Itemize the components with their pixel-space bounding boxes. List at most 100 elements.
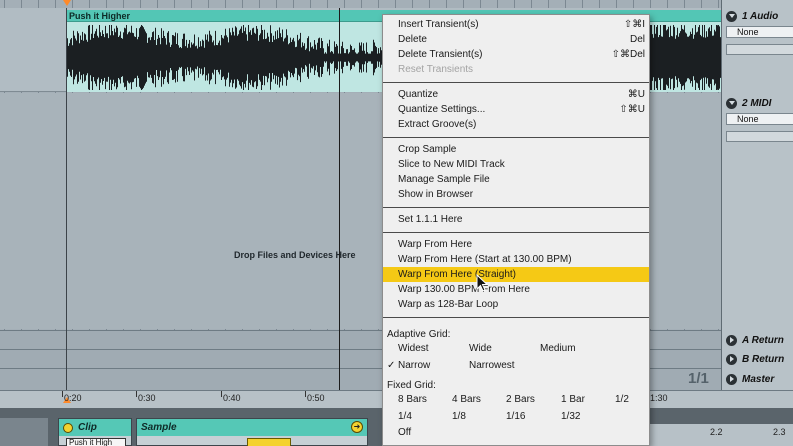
triangle-down-icon[interactable] — [726, 97, 737, 109]
menu-item-label: Insert Transient(s) — [398, 19, 479, 30]
menu-item-label: Manage Sample File — [398, 174, 490, 185]
grid-option-medium[interactable]: Medium — [540, 342, 576, 356]
grid-option-widest[interactable]: Widest — [398, 342, 429, 356]
track-name[interactable]: A Return — [742, 335, 784, 346]
grid-option-narrow[interactable]: Narrow — [398, 359, 430, 373]
grid-option-1-2[interactable]: 1/2 — [615, 393, 629, 407]
grid-option-2-bars[interactable]: 2 Bars — [506, 393, 535, 407]
sub-chooser[interactable] — [726, 44, 793, 55]
sample-ruler[interactable]: 2.2 2.3 — [648, 424, 793, 446]
menu-item-delete[interactable]: Delete Del — [383, 32, 649, 47]
track-name[interactable]: 2 MIDI — [742, 98, 771, 109]
clip-box-header: Clip — [59, 419, 131, 436]
clip-box-title: Clip — [78, 422, 97, 433]
menu-item-warp-from-here[interactable]: Warp From Here — [383, 237, 649, 252]
menu-separator — [383, 207, 649, 208]
menu-item-warp-start-bpm[interactable]: Warp From Here (Start at 130.00 BPM) — [383, 252, 649, 267]
triangle-right-icon[interactable] — [726, 334, 737, 346]
adaptive-grid-label: Adaptive Grid: — [387, 329, 451, 340]
input-chooser[interactable]: None — [726, 113, 793, 125]
ruler-label: 0:40 — [223, 393, 241, 403]
menu-item-insert-transients[interactable]: Insert Transient(s) ⇧⌘I — [383, 17, 649, 32]
sub-chooser[interactable] — [726, 131, 793, 142]
menu-item-label: Warp From Here (Start at 130.00 BPM) — [398, 254, 572, 265]
clip-box[interactable]: Clip Push it High — [58, 418, 132, 446]
menu-item-warp-straight[interactable]: Warp From Here (Straight) — [383, 267, 649, 282]
menu-item-label: Reset Transients — [398, 64, 474, 75]
sample-box-header: Sample ➜ — [137, 419, 367, 436]
track-title: B Return — [726, 351, 784, 367]
sample-box-title: Sample — [141, 422, 177, 433]
arrow-right-icon[interactable]: ➜ — [351, 421, 363, 433]
menu-item-manage-sample[interactable]: Manage Sample File — [383, 172, 649, 187]
ruler-label: 1:30 — [650, 393, 668, 403]
clip-start-line — [66, 8, 67, 390]
track-name[interactable]: Master — [742, 374, 774, 385]
grid-option-1-4[interactable]: 1/4 — [398, 410, 412, 424]
loop-start-marker[interactable] — [63, 0, 71, 6]
menu-item-label: Warp as 128-Bar Loop — [398, 299, 499, 310]
ruler-tick — [221, 391, 222, 397]
menu-item-set-111[interactable]: Set 1.1.1 Here — [383, 212, 649, 227]
grid-option-4-bars[interactable]: 4 Bars — [452, 393, 481, 407]
grid-option-8-bars[interactable]: 8 Bars — [398, 393, 427, 407]
track-title: 1 Audio — [726, 8, 778, 24]
sample-box[interactable]: Sample ➜ — [136, 418, 368, 446]
clip-name: Push it Higher — [69, 11, 131, 21]
drop-hint: Drop Files and Devices Here — [234, 250, 356, 260]
menu-item-reset-transients: Reset Transients — [383, 62, 649, 77]
menu-item-crop-sample[interactable]: Crop Sample — [383, 142, 649, 157]
ruler-label: 0:50 — [307, 393, 325, 403]
menu-item-label: Quantize Settings... — [398, 104, 486, 115]
context-menu[interactable]: Insert Transient(s) ⇧⌘I Delete Del Delet… — [382, 14, 650, 446]
ruler-label: 0:30 — [138, 393, 156, 403]
menu-item-warp-loop[interactable]: Warp as 128-Bar Loop — [383, 297, 649, 312]
menu-item-delete-transients[interactable]: Delete Transient(s) ⇧⌘Del — [383, 47, 649, 62]
grid-option-off[interactable]: Off — [398, 426, 411, 440]
ruler-tick — [136, 391, 137, 397]
menu-item-slice-to-midi[interactable]: Slice to New MIDI Track — [383, 157, 649, 172]
clip-name-field[interactable]: Push it High — [66, 438, 126, 446]
triangle-down-icon[interactable] — [726, 10, 737, 22]
menu-item-quantize-settings[interactable]: Quantize Settings... ⇧⌘U — [383, 102, 649, 117]
track-name[interactable]: 1 Audio — [742, 11, 778, 22]
playhead[interactable] — [339, 8, 340, 390]
triangle-right-icon[interactable] — [726, 353, 737, 365]
menu-item-shortcut: ⇧⌘U — [619, 104, 645, 115]
menu-item-shortcut: Del — [629, 34, 645, 45]
menu-item-label: Set 1.1.1 Here — [398, 214, 463, 225]
menu-item-label: Warp 130.00 BPM From Here — [398, 284, 530, 295]
track-headers: 1 Audio None 2 MIDI None A Return B Retu… — [721, 0, 793, 390]
grid-option-wide[interactable]: Wide — [469, 342, 492, 356]
grid-option-1-16[interactable]: 1/16 — [506, 410, 525, 424]
menu-item-extract-grooves[interactable]: Extract Groove(s) — [383, 117, 649, 132]
track-title: 2 MIDI — [726, 95, 771, 111]
clip-activator-icon[interactable] — [63, 422, 73, 433]
menu-item-label: Show in Browser — [398, 189, 474, 200]
menu-item-show-in-browser[interactable]: Show in Browser — [383, 187, 649, 202]
sample-ruler-label: 2.2 — [710, 427, 723, 437]
input-chooser[interactable]: None — [726, 26, 793, 38]
menu-item-shortcut: ⇧⌘Del — [611, 49, 645, 60]
warp-button[interactable] — [247, 438, 291, 446]
menu-item-label: Delete Transient(s) — [398, 49, 483, 60]
menu-separator — [383, 137, 649, 138]
menu-separator — [383, 82, 649, 83]
menu-item-label: Warp From Here — [398, 239, 473, 250]
grid-option-1-8[interactable]: 1/8 — [452, 410, 466, 424]
track-name[interactable]: B Return — [742, 354, 784, 365]
detail-side-strip — [0, 418, 48, 446]
mouse-pointer-icon — [476, 274, 488, 292]
menu-item-warp-bpm-from-here[interactable]: Warp 130.00 BPM From Here — [383, 282, 649, 297]
grid-option-narrowest[interactable]: Narrowest — [469, 359, 515, 373]
menu-item-quantize[interactable]: Quantize ⌘U — [383, 87, 649, 102]
triangle-right-icon[interactable] — [726, 373, 737, 385]
grid-option-1-32[interactable]: 1/32 — [561, 410, 580, 424]
sample-ruler-label: 2.3 — [773, 427, 786, 437]
menu-item-label: Slice to New MIDI Track — [398, 159, 505, 170]
page-counter: 1/1 — [688, 370, 709, 387]
checkmark-icon: ✓ — [387, 360, 396, 371]
menu-item-shortcut: ⌘U — [627, 89, 645, 100]
ruler-label: 0:20 — [64, 393, 82, 403]
grid-option-1-bar[interactable]: 1 Bar — [561, 393, 585, 407]
